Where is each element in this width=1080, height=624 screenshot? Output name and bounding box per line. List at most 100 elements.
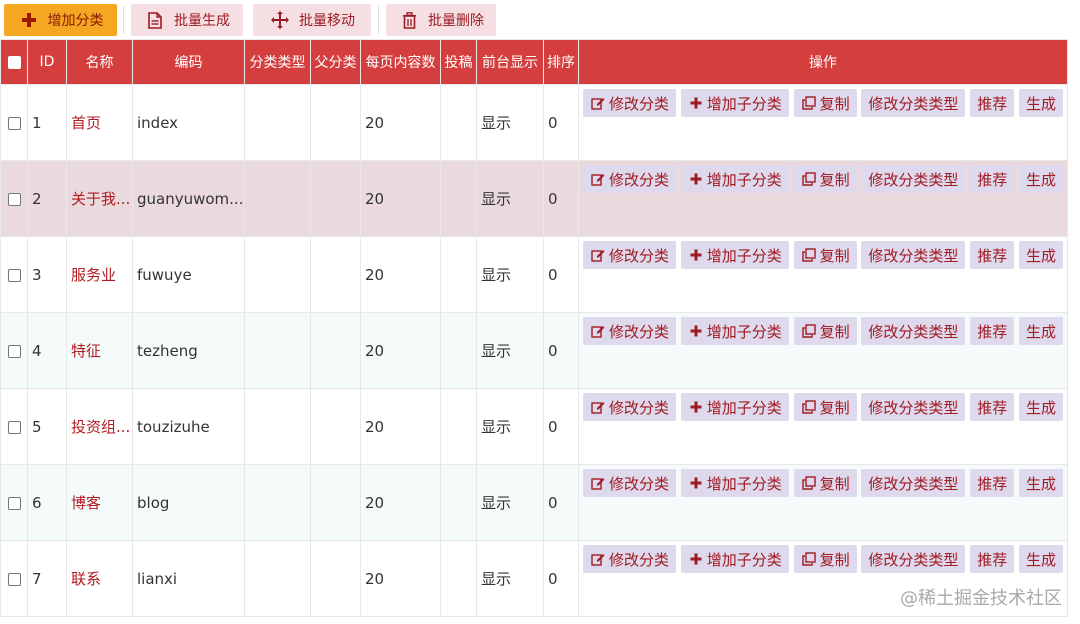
column-header-sort[interactable]: 排序 [543,39,579,85]
generate-button[interactable]: 生成 [1018,89,1063,117]
copy-button[interactable]: 复制 [793,89,857,117]
recommend-button[interactable]: 推荐 [970,241,1015,269]
copy-button[interactable]: 复制 [793,469,857,497]
cell-parent [310,312,361,389]
recommend-button[interactable]: 推荐 [970,393,1015,421]
add-category-button[interactable]: 增加分类 [4,4,117,36]
cell-code: fuwuye [132,236,245,313]
move-arrows-icon [269,11,291,29]
recommend-button[interactable]: 推荐 [970,469,1015,497]
edit-category-button-label: 修改分类 [609,94,670,113]
edit-category-type-button[interactable]: 修改分类类型 [861,545,966,573]
edit-category-type-button[interactable]: 修改分类类型 [861,469,966,497]
cell-sort: 0 [543,388,579,465]
cell-code: lianxi [132,540,245,617]
batch-move-button[interactable]: 批量移动 [253,4,371,36]
cell-parent [310,540,361,617]
batch-move-label: 批量移动 [299,13,355,29]
cell-name[interactable]: 首页 [66,84,133,161]
column-header-code[interactable]: 编码 [132,39,245,85]
batch-generate-button[interactable]: 批量生成 [131,4,243,36]
copy-button[interactable]: 复制 [793,545,857,573]
add-subcategory-button-label: 增加子分类 [706,170,782,189]
table-row: 6 博客 blog 20 显示 0 修改分类 增加子分类 复制 修改分类类型 推荐 生成 [0,464,1068,541]
column-header-id[interactable]: ID [27,39,67,85]
cell-name[interactable]: 博客 [66,464,133,541]
row-select-cell [0,540,28,617]
edit-category-button[interactable]: 修改分类 [583,393,677,421]
cell-code: touzizuhe [132,388,245,465]
edit-category-button[interactable]: 修改分类 [583,165,677,193]
row-checkbox[interactable] [8,116,21,130]
edit-icon [590,551,606,567]
row-checkbox[interactable] [8,192,21,206]
recommend-button[interactable]: 推荐 [970,165,1015,193]
add-subcategory-button[interactable]: 增加子分类 [680,393,789,421]
column-header-frontend[interactable]: 前台显示 [476,39,544,85]
generate-button[interactable]: 生成 [1018,241,1063,269]
recommend-button[interactable]: 推荐 [970,545,1015,573]
copy-button[interactable]: 复制 [793,241,857,269]
generate-button[interactable]: 生成 [1018,165,1063,193]
edit-category-button[interactable]: 修改分类 [583,469,677,497]
cell-name[interactable]: 特征 [66,312,133,389]
cell-frontend: 显示 [476,388,544,465]
add-subcategory-button[interactable]: 增加子分类 [680,89,789,117]
row-checkbox[interactable] [8,572,21,586]
add-subcategory-button[interactable]: 增加子分类 [680,165,789,193]
generate-button[interactable]: 生成 [1018,393,1063,421]
table-row: 3 服务业 fuwuye 20 显示 0 修改分类 增加子分类 复制 修改分类类型 推荐 生… [0,236,1068,313]
copy-button-label: 复制 [819,550,850,569]
recommend-button[interactable]: 推荐 [970,89,1015,117]
row-checkbox[interactable] [8,496,21,510]
column-header-parent[interactable]: 父分类 [310,39,361,85]
edit-category-type-button[interactable]: 修改分类类型 [861,89,966,117]
row-select-cell [0,388,28,465]
table-row: 5 投资组... touzizuhe 20 显示 0 修改分类 增加子分类 复制 修改分类类… [0,388,1068,465]
copy-button[interactable]: 复制 [793,393,857,421]
cell-page-size: 20 [360,236,441,313]
edit-category-type-button[interactable]: 修改分类类型 [861,241,966,269]
cell-submit [440,236,477,313]
cell-name[interactable]: 服务业 [66,236,133,313]
row-checkbox[interactable] [8,420,21,434]
cell-name[interactable]: 投资组... [66,388,133,465]
column-header-name[interactable]: 名称 [66,39,133,85]
plus-icon [18,11,40,29]
add-subcategory-button[interactable]: 增加子分类 [680,545,789,573]
edit-category-type-button-label: 修改分类类型 [868,398,959,417]
generate-button[interactable]: 生成 [1018,469,1063,497]
add-subcategory-button[interactable]: 增加子分类 [680,469,789,497]
edit-category-button[interactable]: 修改分类 [583,317,677,345]
cell-type [244,84,311,161]
add-subcategory-button-label: 增加子分类 [706,246,782,265]
edit-category-type-button[interactable]: 修改分类类型 [861,393,966,421]
add-category-label: 增加分类 [47,13,104,29]
add-subcategory-button[interactable]: 增加子分类 [680,317,789,345]
edit-category-button[interactable]: 修改分类 [583,241,677,269]
column-header-page-size[interactable]: 每页内容数 [360,39,441,85]
edit-category-button[interactable]: 修改分类 [583,545,677,573]
generate-button[interactable]: 生成 [1018,545,1063,573]
select-all-checkbox[interactable] [7,55,21,69]
column-header-type[interactable]: 分类类型 [244,39,311,85]
cell-name[interactable]: 联系 [66,540,133,617]
edit-category-button[interactable]: 修改分类 [583,89,677,117]
plus-icon [688,475,704,491]
cell-sort: 0 [543,84,579,161]
row-checkbox[interactable] [8,268,21,282]
edit-category-type-button[interactable]: 修改分类类型 [861,317,966,345]
column-header-submit[interactable]: 投稿 [440,39,477,85]
table-row: 2 关于我... guanyuwom... 20 显示 0 修改分类 增加子分类 复制 修改… [0,160,1068,237]
copy-button[interactable]: 复制 [793,317,857,345]
cell-name[interactable]: 关于我... [66,160,133,237]
edit-category-type-button[interactable]: 修改分类类型 [861,165,966,193]
row-checkbox[interactable] [8,344,21,358]
recommend-button[interactable]: 推荐 [970,317,1015,345]
copy-button[interactable]: 复制 [793,165,857,193]
cell-sort: 0 [543,312,579,389]
edit-category-button-label: 修改分类 [609,246,670,265]
generate-button[interactable]: 生成 [1018,317,1063,345]
add-subcategory-button[interactable]: 增加子分类 [680,241,789,269]
batch-delete-button[interactable]: 批量删除 [386,4,496,36]
